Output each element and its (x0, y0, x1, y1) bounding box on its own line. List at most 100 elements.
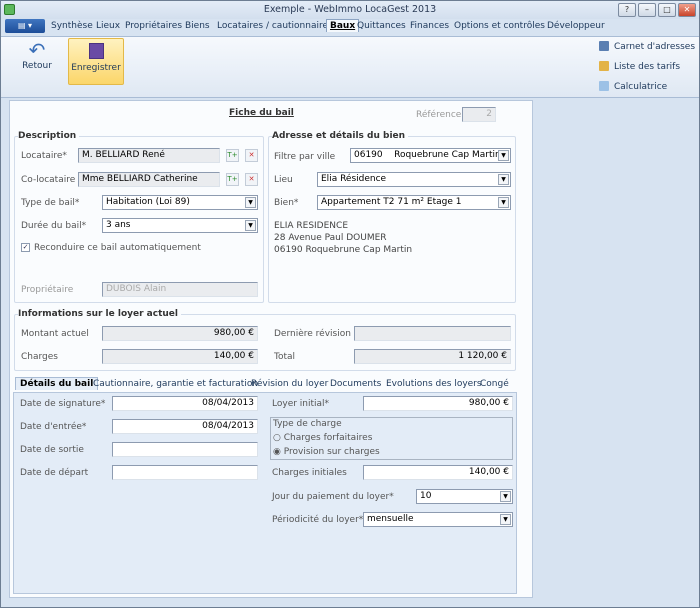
details-panel: Date de signature* 08/04/2013 Date d'ent… (13, 392, 517, 594)
loyer-title: Informations sur le loyer actuel (18, 309, 181, 319)
tab-proprietaires[interactable]: Propriétaires (125, 21, 182, 31)
remove-tenant-icon[interactable]: ✕ (245, 149, 258, 162)
tab-cautionnaire[interactable]: Cautionnaire, garantie et facturation (93, 379, 258, 389)
proprietaire-field: DUBOIS Alain (102, 282, 258, 297)
tab-locataires[interactable]: Locataires / cautionnaires (217, 21, 333, 31)
chevron-down-icon: ▼ (245, 197, 256, 208)
description-title: Description (18, 131, 80, 141)
tab-details-bail[interactable]: Détails du bail (15, 377, 99, 390)
reference-field: 2 (462, 107, 496, 122)
price-list-icon (599, 61, 609, 71)
loyer-initial-field[interactable]: 980,00 € (363, 396, 513, 411)
ribbon-tabs: ▤ ▾ Synthèse Lieux Propriétaires Biens L… (1, 19, 699, 36)
tab-revision[interactable]: Révision du loyer (251, 379, 328, 389)
depart-date-field[interactable] (112, 465, 258, 480)
back-button[interactable]: ↶ Retour (19, 39, 55, 79)
lieu-label: Lieu (274, 175, 293, 185)
save-button[interactable]: Enregistrer (68, 38, 124, 85)
entree-label: Date d'entrée* (20, 422, 87, 432)
charges-initiales-label: Charges initiales (272, 468, 347, 478)
derniere-revision-field (354, 326, 511, 341)
maximize-button[interactable]: □ (658, 3, 676, 17)
charges-initiales-field[interactable]: 140,00 € (363, 465, 513, 480)
tab-synthese[interactable]: Synthèse (51, 21, 93, 31)
chevron-down-icon: ▼ (500, 514, 511, 525)
bien-select[interactable]: Appartement T2 71 m² Etage 1 ▼ (317, 195, 511, 210)
ribbon: ↶ Retour Enregistrer Carnet d'adresses L… (1, 36, 699, 98)
window-title: Exemple - WebImmo LocaGest 2013 (263, 4, 437, 15)
locataire-field[interactable]: M. BELLIARD René (78, 148, 220, 163)
app-icon (4, 4, 15, 15)
chevron-down-icon: ▼ (500, 491, 511, 502)
tab-biens[interactable]: Biens (185, 21, 210, 31)
lease-duration-select[interactable]: 3 ans ▼ (102, 218, 258, 233)
colocataire-label: Co-locataire (21, 175, 76, 185)
reconduire-label: Reconduire ce bail automatiquement (34, 243, 201, 253)
calculator-icon (599, 81, 609, 91)
locataire-label: Locataire* (21, 151, 67, 161)
jour-value: 10 (420, 491, 432, 501)
lieu-select[interactable]: Elia Résidence ▼ (317, 172, 511, 187)
tab-lieux[interactable]: Lieux (96, 21, 120, 31)
provision-radio[interactable]: ◉ Provision sur charges (273, 447, 380, 457)
title-bar: Exemple - WebImmo LocaGest 2013 ? – □ ✕ (1, 1, 699, 19)
tab-conge[interactable]: Congé (480, 379, 509, 389)
close-button[interactable]: ✕ (678, 3, 696, 17)
file-menu-button[interactable]: ▤ ▾ (5, 19, 45, 33)
sortie-label: Date de sortie (20, 445, 84, 455)
add-tenant-icon[interactable]: T+ (226, 149, 239, 162)
floppy-disk-icon (88, 43, 104, 59)
jour-select[interactable]: 10 ▼ (416, 489, 513, 504)
montant-field: 980,00 € (102, 326, 258, 341)
reconduire-checkbox[interactable]: ✓ (21, 243, 30, 252)
calculator-link[interactable]: Calculatrice (599, 81, 667, 92)
tab-developpeur[interactable]: Développeur (547, 21, 605, 31)
minimize-button[interactable]: – (638, 3, 656, 17)
bien-label: Bien* (274, 198, 299, 208)
lease-type-value: Habitation (Loi 89) (106, 197, 190, 207)
lease-type-select[interactable]: Habitation (Loi 89) ▼ (102, 195, 258, 210)
app-window: Exemple - WebImmo LocaGest 2013 ? – □ ✕ … (0, 0, 700, 608)
montant-label: Montant actuel (21, 329, 89, 339)
charges-forfaitaires-radio[interactable]: ○ Charges forfaitaires (273, 433, 372, 443)
address-line: 28 Avenue Paul DOUMER (274, 233, 387, 243)
lease-duration-value: 3 ans (106, 220, 131, 230)
filtre-label: Filtre par ville (274, 152, 336, 162)
jour-label: Jour du paiement du loyer* (272, 492, 394, 502)
help-button[interactable]: ? (618, 3, 636, 17)
colocataire-field[interactable]: Mme BELLIARD Catherine (78, 172, 220, 187)
price-list-link[interactable]: Liste des tarifs (599, 61, 680, 72)
tab-evolutions[interactable]: Evolutions des loyers (386, 379, 482, 389)
chevron-down-icon: ▼ (498, 197, 509, 208)
bien-value: Appartement T2 71 m² Etage 1 (321, 197, 462, 207)
total-label: Total (274, 352, 296, 362)
city-filter-select[interactable]: 06190 Roquebrune Cap Martin ▼ (350, 148, 511, 163)
periodicite-select[interactable]: mensuelle ▼ (363, 512, 513, 527)
duree-label: Durée du bail* (21, 221, 87, 231)
tab-options[interactable]: Options et contrôles (454, 21, 545, 31)
tab-finances[interactable]: Finances (410, 21, 449, 31)
depart-label: Date de départ (20, 468, 89, 478)
loyer-initial-label: Loyer initial* (272, 399, 330, 409)
tab-documents[interactable]: Documents (330, 379, 381, 389)
chevron-down-icon: ▼ (245, 220, 256, 231)
tab-quittances[interactable]: Quittances (357, 21, 406, 31)
sortie-date-field[interactable] (112, 442, 258, 457)
address-book-icon (599, 41, 609, 51)
entree-date-field[interactable]: 08/04/2013 (112, 419, 258, 434)
add-cotenant-icon[interactable]: T+ (226, 173, 239, 186)
address-line: ELIA RESIDENCE (274, 221, 348, 231)
tab-baux[interactable]: Baux (326, 19, 360, 32)
lease-tabs: Détails du bail Cautionnaire, garantie e… (13, 377, 517, 393)
address-book-link[interactable]: Carnet d'adresses (599, 41, 695, 52)
address-line: 06190 Roquebrune Cap Martin (274, 245, 413, 255)
proprietaire-label: Propriétaire (21, 285, 74, 295)
remove-cotenant-icon[interactable]: ✕ (245, 173, 258, 186)
undo-arrow-icon: ↶ (28, 38, 46, 62)
city-filter-zip: 06190 (354, 150, 383, 160)
type-label: Type de bail* (21, 198, 80, 208)
lieu-value: Elia Résidence (321, 174, 387, 184)
charges-label: Charges (21, 352, 58, 362)
signature-label: Date de signature* (20, 399, 106, 409)
signature-date-field[interactable]: 08/04/2013 (112, 396, 258, 411)
